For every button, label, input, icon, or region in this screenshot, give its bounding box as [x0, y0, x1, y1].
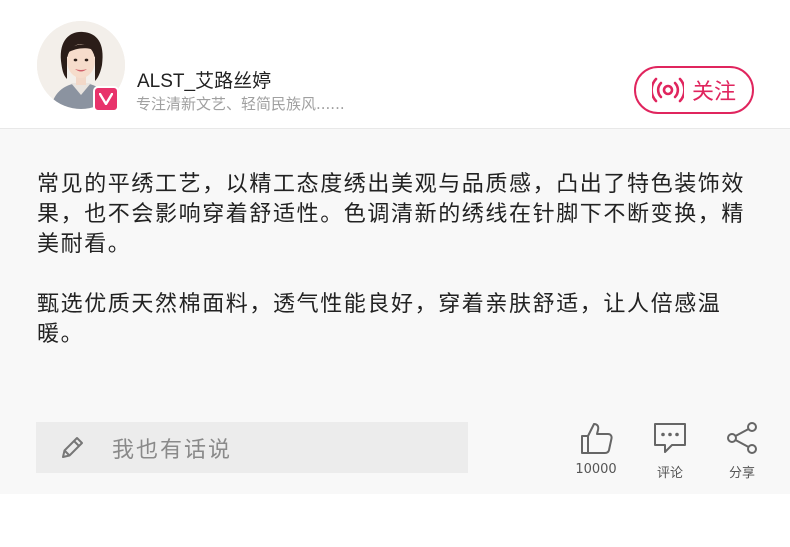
follow-label: 关注 — [691, 80, 736, 105]
pen-icon — [62, 436, 83, 458]
follow-button[interactable]: 关注 — [634, 66, 754, 114]
comment-input[interactable]: 我也有话说 — [36, 422, 468, 473]
author-description: 专注清新文艺、轻简民族风...... — [136, 95, 345, 113]
author-name[interactable]: ALST_艾路丝婷 — [137, 66, 271, 93]
thumbs-up-icon — [581, 423, 613, 454]
post-content: 常见的平绣工艺，以精工态度绣出美观与品质感，凸出了特色装饰效果，也不会影响穿着舒… — [0, 129, 790, 494]
comment-icon — [654, 423, 686, 453]
broadcast-icon — [651, 77, 684, 103]
share-button[interactable]: 分享 — [712, 420, 772, 481]
share-label: 分享 — [728, 466, 755, 481]
share-icon — [727, 422, 757, 454]
author-header: ALST_艾路丝婷 专注清新文艺、轻简民族风...... 关注 — [0, 0, 790, 129]
post-paragraph: 常见的平绣工艺，以精工态度绣出美观与品质感，凸出了特色装饰效果，也不会影响穿着舒… — [37, 172, 746, 257]
comment-placeholder: 我也有话说 — [112, 437, 233, 463]
comment-label: 评论 — [656, 466, 683, 481]
like-button[interactable]: 10000 — [566, 420, 626, 477]
like-count: 10000 — [575, 462, 617, 477]
post-paragraph: 甄选优质天然棉面料，透气性能良好，穿着亲肤舒适，让人倍感温暖。 — [37, 292, 722, 347]
comment-button[interactable]: 评论 — [640, 420, 700, 481]
vip-v-badge-icon — [93, 86, 119, 112]
